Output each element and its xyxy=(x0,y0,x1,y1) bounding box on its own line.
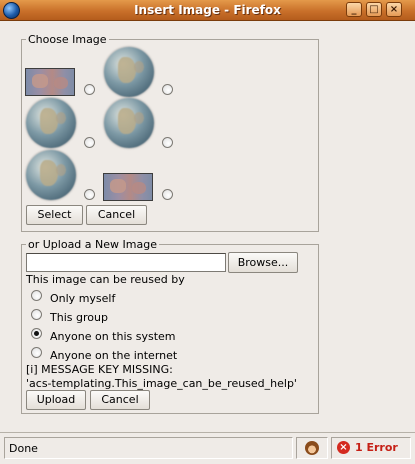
reuse-option-anyone-internet-label[interactable]: Anyone on the internet xyxy=(50,349,177,362)
status-text: Done xyxy=(9,442,38,455)
error-status-panel[interactable]: × 1 Error xyxy=(331,437,411,459)
reuse-option-anyone-system-label[interactable]: Anyone on this system xyxy=(50,330,176,343)
reuse-option-only-myself-radio[interactable] xyxy=(31,290,42,301)
reuse-option-only-myself-label[interactable]: Only myself xyxy=(50,292,115,305)
title-bar: Insert Image - Firefox _ □ × xyxy=(0,0,415,21)
image-option-4-radio[interactable] xyxy=(162,137,173,148)
reuse-option-this-group-label[interactable]: This group xyxy=(50,311,108,324)
reuse-option-this-group-radio[interactable] xyxy=(31,309,42,320)
image-option-6-thumbnail[interactable] xyxy=(103,173,153,201)
upload-cancel-button[interactable]: Cancel xyxy=(90,390,150,410)
choose-image-legend: Choose Image xyxy=(28,33,107,46)
error-count[interactable]: 1 Error xyxy=(355,441,398,454)
reuse-option-anyone-internet-radio[interactable] xyxy=(31,347,42,358)
image-option-4-thumbnail[interactable] xyxy=(104,98,154,148)
greasemonkey-icon[interactable] xyxy=(305,441,319,455)
file-path-input[interactable] xyxy=(26,253,226,272)
image-option-6-radio[interactable] xyxy=(162,189,173,200)
help-message-key: [i] MESSAGE KEY MISSING: xyxy=(26,363,173,376)
reuse-option-anyone-system-radio[interactable] xyxy=(31,328,42,339)
extension-status-panel[interactable] xyxy=(296,437,328,459)
upload-button[interactable]: Upload xyxy=(26,390,86,410)
image-option-3-thumbnail[interactable] xyxy=(26,98,76,148)
image-option-3-radio[interactable] xyxy=(84,137,95,148)
maximize-button[interactable]: □ xyxy=(366,2,382,17)
image-option-1-radio[interactable] xyxy=(84,84,95,95)
help-message-text: 'acs-templating.This_image_can_be_reused… xyxy=(26,377,297,390)
select-button[interactable]: Select xyxy=(26,205,83,225)
close-button[interactable]: × xyxy=(386,2,402,17)
choose-cancel-button[interactable]: Cancel xyxy=(86,205,147,225)
status-text-panel: Done xyxy=(4,437,293,459)
error-icon: × xyxy=(337,441,350,454)
image-option-5-thumbnail[interactable] xyxy=(26,150,76,200)
image-option-2-thumbnail[interactable] xyxy=(104,47,154,97)
reuse-label: This image can be reused by xyxy=(26,273,185,286)
image-option-2-radio[interactable] xyxy=(162,84,173,95)
image-option-5-radio[interactable] xyxy=(84,189,95,200)
status-bar: Done × 1 Error xyxy=(0,432,415,464)
browse-button[interactable]: Browse... xyxy=(228,252,298,273)
image-option-1-thumbnail[interactable] xyxy=(25,68,75,96)
minimize-button[interactable]: _ xyxy=(346,2,362,17)
upload-legend: or Upload a New Image xyxy=(28,238,157,251)
